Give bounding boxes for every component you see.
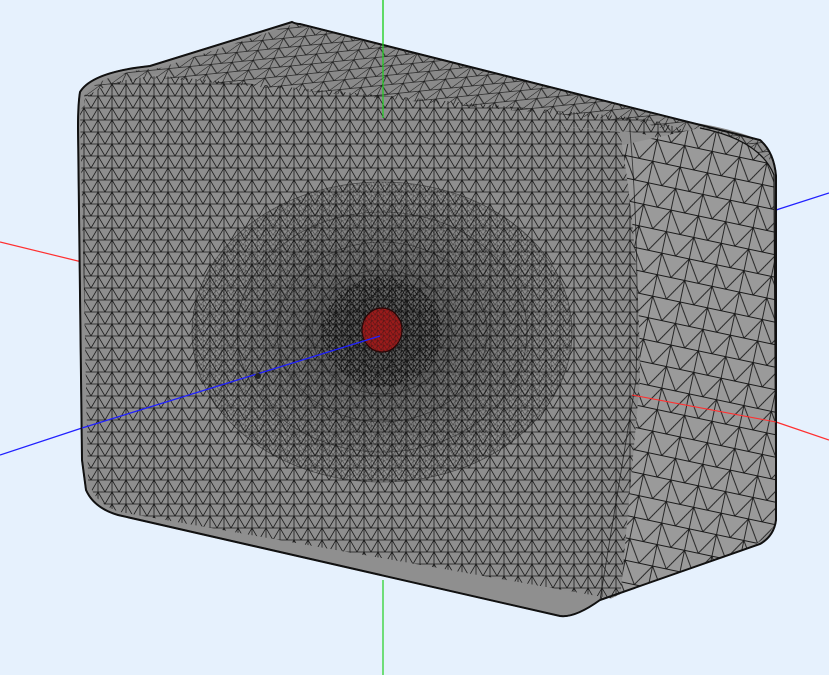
x-axis-line-left	[0, 241, 83, 263]
axis-origin-marker	[255, 373, 261, 379]
z-axis-line-right	[775, 192, 829, 211]
mesh-scene[interactable]	[0, 0, 829, 675]
hole-mesh	[362, 308, 402, 352]
3d-viewport[interactable]	[0, 0, 829, 675]
z-axis-line-left	[0, 427, 83, 456]
x-axis-line-right	[775, 421, 829, 441]
refined-hole-icon[interactable]	[361, 307, 403, 353]
tetrahedral-mesh-icon[interactable]	[76, 20, 800, 620]
